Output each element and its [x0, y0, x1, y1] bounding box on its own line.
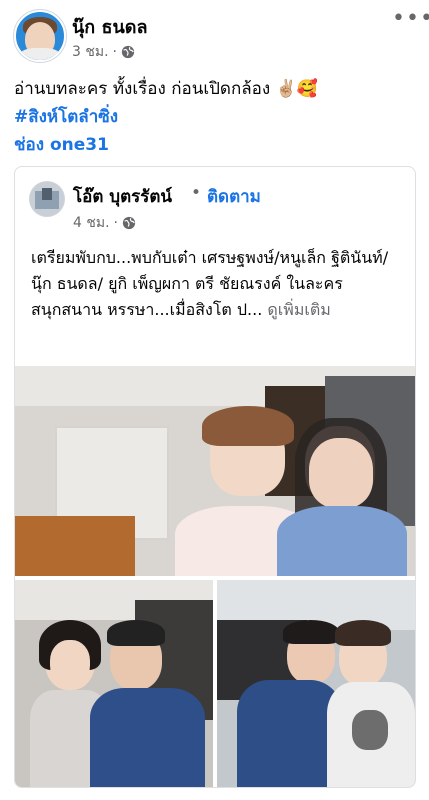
channel-hashtag-link[interactable]: ช่อง one31 — [14, 131, 109, 158]
post-author-name[interactable]: นุ๊ก ธนดล — [72, 12, 147, 41]
post-photo-main[interactable] — [15, 366, 415, 576]
hashtag-link[interactable]: #สิงห์โตลำซิ่ง — [14, 103, 118, 130]
shared-author-avatar[interactable] — [29, 181, 65, 217]
post-time[interactable]: 3 ชม. — [72, 41, 109, 63]
see-more-link[interactable]: ดูเพิ่มเติม — [267, 300, 330, 319]
dot-separator: · — [113, 215, 118, 231]
shared-post-meta: 4 ชม. · — [73, 212, 136, 234]
dot-separator: · — [112, 44, 117, 60]
shared-author-name[interactable]: โอ๊ต บุตรรัตน์ — [73, 183, 172, 210]
post-photo-right[interactable] — [217, 580, 415, 787]
shared-post-time[interactable]: 4 ชม. — [73, 212, 110, 234]
author-avatar[interactable] — [14, 10, 66, 62]
post-caption: อ่านบทละคร ทั้งเรื่อง ก่อนเปิดกล้อง ✌🏼🥰 — [14, 79, 318, 99]
shared-post-body: เตรียมพับกบ...พบกับเต๋า เศรษฐพงษ์/หนูเล็… — [31, 248, 389, 319]
post-meta: 3 ชม. · — [72, 41, 135, 63]
globe-icon — [122, 216, 136, 230]
shared-post-card[interactable]: โอ๊ต บุตรรัตน์ • ติดตาม 4 ชม. · เตรียมพั… — [14, 166, 416, 788]
post-photo-left[interactable] — [15, 580, 213, 787]
dot-separator: • — [191, 183, 202, 203]
avatar-shirt — [20, 48, 60, 60]
follow-button[interactable]: ติดตาม — [207, 183, 261, 210]
shared-post-text: เตรียมพับกบ...พบกับเต๋า เศรษฐพงษ์/หนูเล็… — [31, 245, 401, 323]
globe-icon — [121, 45, 135, 59]
avatar-tower — [42, 188, 52, 200]
more-options-icon[interactable]: ••• — [392, 6, 429, 31]
